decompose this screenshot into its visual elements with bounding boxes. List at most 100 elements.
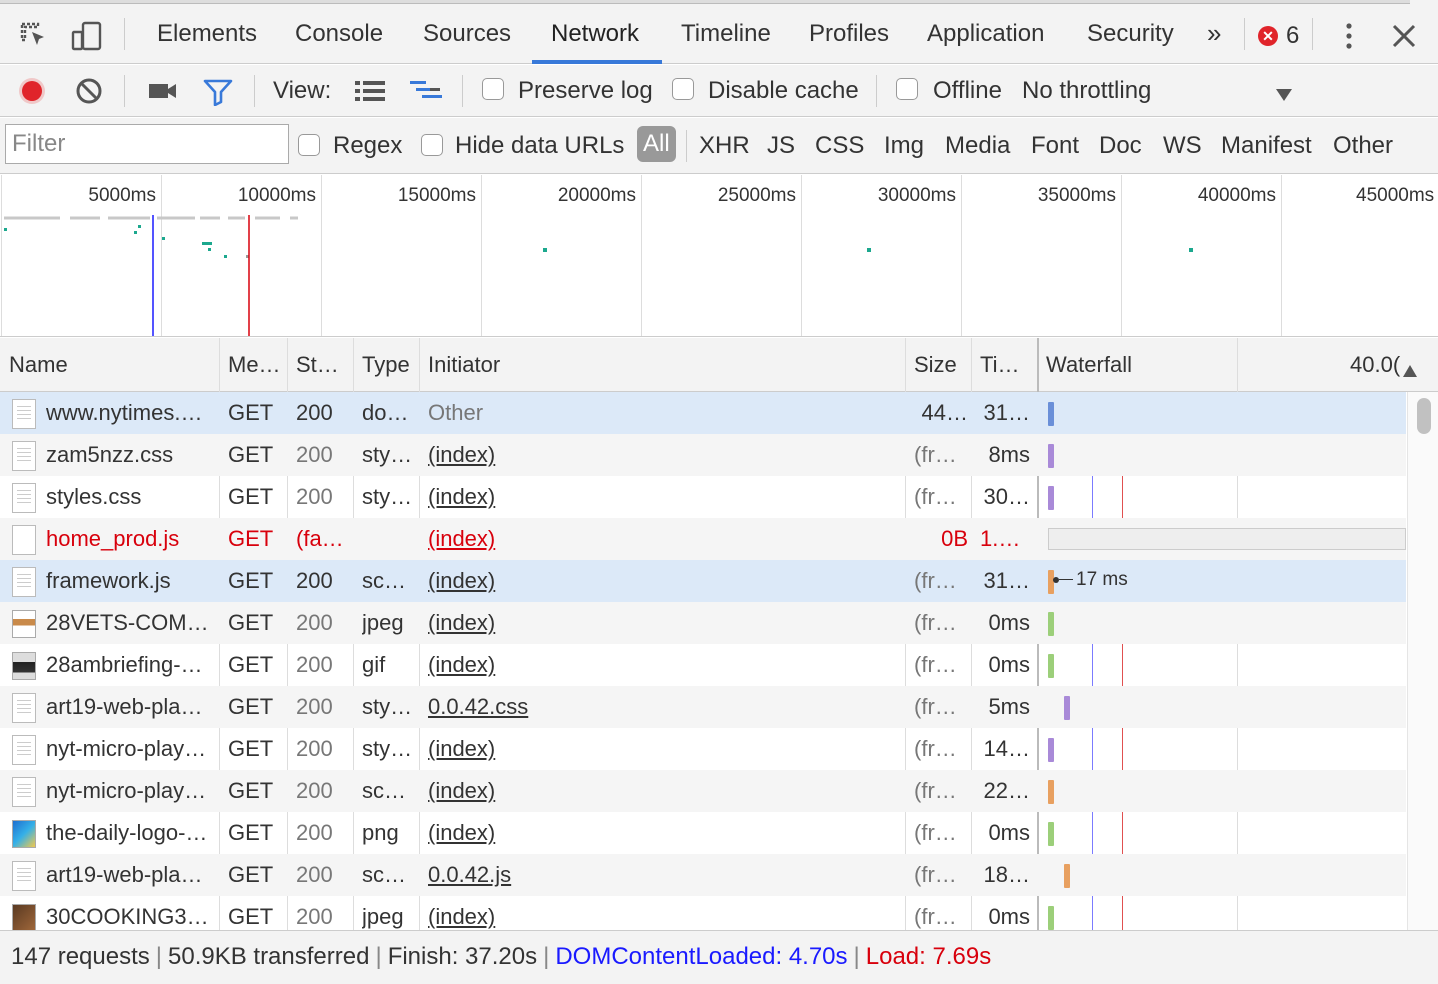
filter-type-doc[interactable]: Doc	[1099, 132, 1142, 160]
request-initiator[interactable]: (index)	[428, 442, 898, 468]
preserve-log-checkbox[interactable]	[482, 78, 504, 100]
table-scrollbar[interactable]	[1407, 392, 1438, 930]
table-row[interactable]: 30COOKING3… GET 200 jpeg (index) (fro… 0ms	[0, 896, 1406, 930]
table-row[interactable]: 28ambriefing-… GET 200 gif (index) (fro… 0ms	[0, 644, 1406, 686]
column-type[interactable]: Type	[362, 352, 410, 378]
filter-input[interactable]	[5, 124, 289, 164]
tab-elements[interactable]: Elements	[157, 20, 257, 48]
clear-icon[interactable]	[75, 77, 103, 105]
request-name[interactable]: art19-web-pla…	[46, 694, 214, 720]
scrollbar-thumb[interactable]	[1417, 398, 1431, 434]
request-initiator[interactable]: (index)	[428, 904, 898, 930]
request-name[interactable]: the-daily-logo-…	[46, 820, 214, 846]
tab-network[interactable]: Network	[551, 20, 639, 48]
table-row[interactable]: styles.css GET 200 sty… (index) (fro… 30…	[0, 476, 1406, 518]
request-initiator[interactable]: (index)	[428, 610, 898, 636]
request-name[interactable]: art19-web-pla…	[46, 862, 214, 888]
network-overview[interactable]: 5000ms 10000ms 15000ms 20000ms 25000ms 3…	[0, 175, 1438, 337]
filter-type-js[interactable]: JS	[767, 132, 795, 160]
table-row[interactable]: the-daily-logo-… GET 200 png (index) (fro… 0ms	[0, 812, 1406, 854]
column-status[interactable]: St…	[296, 352, 339, 378]
filter-type-media[interactable]: Media	[945, 132, 1010, 160]
request-initiator[interactable]: 0.0.42.js	[428, 862, 898, 888]
inspect-element-icon[interactable]	[18, 20, 50, 52]
tab-timeline[interactable]: Timeline	[681, 20, 771, 48]
waterfall-bar[interactable]	[1048, 822, 1054, 846]
column-method[interactable]: Me…	[228, 352, 281, 378]
table-row[interactable]: art19-web-pla… GET 200 sty… 0.0.42.css (fro… 5…	[0, 686, 1406, 728]
column-time[interactable]: Ti…	[980, 352, 1020, 378]
filter-type-ws[interactable]: WS	[1163, 132, 1202, 160]
table-row[interactable]: framework.js GET 200 sc… (index) (fro… 31… 17 m…	[0, 560, 1406, 602]
table-row[interactable]: art19-web-pla… GET 200 sc… 0.0.42.js (fro… 18…	[0, 854, 1406, 896]
waterfall-bar[interactable]	[1064, 696, 1070, 720]
request-name[interactable]: 28VETS-COM…	[46, 610, 214, 636]
filter-type-manifest[interactable]: Manifest	[1221, 132, 1312, 160]
column-waterfall[interactable]: Waterfall	[1046, 352, 1132, 378]
disable-cache-checkbox[interactable]	[672, 78, 694, 100]
filter-type-font[interactable]: Font	[1031, 132, 1079, 160]
column-size[interactable]: Size	[914, 352, 957, 378]
table-row[interactable]: zam5nzz.css GET 200 sty… (index) (fro… 8ms	[0, 434, 1406, 476]
waterfall-bar[interactable]	[1048, 906, 1054, 930]
column-name[interactable]: Name	[9, 352, 68, 378]
request-initiator[interactable]: (index)	[428, 736, 898, 762]
waterfall-bar[interactable]	[1048, 486, 1054, 510]
waterfall-overview-icon[interactable]	[410, 79, 444, 103]
tab-sources[interactable]: Sources	[423, 20, 511, 48]
large-rows-icon[interactable]	[355, 79, 385, 103]
request-name[interactable]: styles.css	[46, 484, 214, 510]
request-name[interactable]: nyt-micro-play…	[46, 778, 214, 804]
waterfall-bar[interactable]	[1048, 444, 1054, 468]
waterfall-bar[interactable]	[1048, 780, 1054, 804]
record-button[interactable]	[18, 77, 46, 105]
sort-ascending-icon[interactable]	[1402, 358, 1418, 377]
close-icon[interactable]	[1390, 22, 1418, 50]
tab-application[interactable]: Application	[927, 20, 1044, 48]
request-name[interactable]: 30COOKING3…	[46, 904, 214, 930]
offline-checkbox[interactable]	[896, 78, 918, 100]
waterfall-bar[interactable]	[1064, 864, 1070, 888]
top-scrollbar[interactable]	[0, 0, 1410, 4]
column-initiator[interactable]: Initiator	[428, 352, 500, 378]
waterfall-bar[interactable]	[1048, 402, 1054, 426]
request-initiator[interactable]: (index)	[428, 820, 898, 846]
chevron-down-icon[interactable]	[1274, 83, 1294, 101]
table-row[interactable]: www.nytimes.… GET 200 do… Other 44… 31…	[0, 392, 1406, 434]
waterfall-bar[interactable]	[1048, 654, 1054, 678]
request-initiator[interactable]: (index)	[428, 484, 898, 510]
kebab-menu-icon[interactable]	[1340, 20, 1358, 52]
request-name[interactable]: framework.js	[46, 568, 214, 594]
request-name[interactable]: home_prod.js	[46, 526, 214, 552]
hide-data-urls-checkbox[interactable]	[421, 134, 443, 156]
filter-type-all[interactable]: All	[637, 126, 676, 162]
table-row[interactable]: home_prod.js GET (fa… (index) 0B 1.6…	[0, 518, 1406, 560]
waterfall-bar[interactable]	[1048, 612, 1054, 636]
request-name[interactable]: zam5nzz.css	[46, 442, 214, 468]
throttling-select[interactable]: No throttling	[1022, 77, 1151, 105]
filter-type-other[interactable]: Other	[1333, 132, 1393, 160]
waterfall-bar[interactable]	[1048, 738, 1054, 762]
filter-type-img[interactable]: Img	[884, 132, 924, 160]
request-initiator[interactable]: (index)	[428, 652, 898, 678]
more-tabs-button[interactable]: »	[1207, 18, 1221, 49]
table-row[interactable]: 28VETS-COM… GET 200 jpeg (index) (fro… 0ms	[0, 602, 1406, 644]
request-name[interactable]: www.nytimes.…	[46, 400, 214, 426]
filter-type-css[interactable]: CSS	[815, 132, 864, 160]
tab-console[interactable]: Console	[295, 20, 383, 48]
waterfall-bar[interactable]	[1048, 528, 1406, 550]
request-initiator[interactable]: (index)	[428, 778, 898, 804]
filter-type-xhr[interactable]: XHR	[699, 132, 750, 160]
device-mode-icon[interactable]	[70, 20, 102, 52]
regex-checkbox[interactable]	[298, 134, 320, 156]
tab-security[interactable]: Security	[1087, 20, 1174, 48]
request-initiator[interactable]: (index)	[428, 568, 898, 594]
table-row[interactable]: nyt-micro-play… GET 200 sc… (index) (fro… 22…	[0, 770, 1406, 812]
request-name[interactable]: nyt-micro-play…	[46, 736, 214, 762]
request-initiator[interactable]: 0.0.42.css	[428, 694, 898, 720]
error-count-badge[interactable]: ✕ 6	[1258, 22, 1299, 50]
screenshot-camera-icon[interactable]	[148, 79, 178, 103]
tab-profiles[interactable]: Profiles	[809, 20, 889, 48]
request-initiator[interactable]: (index)	[428, 526, 898, 552]
table-row[interactable]: nyt-micro-play… GET 200 sty… (index) (fro… 14…	[0, 728, 1406, 770]
